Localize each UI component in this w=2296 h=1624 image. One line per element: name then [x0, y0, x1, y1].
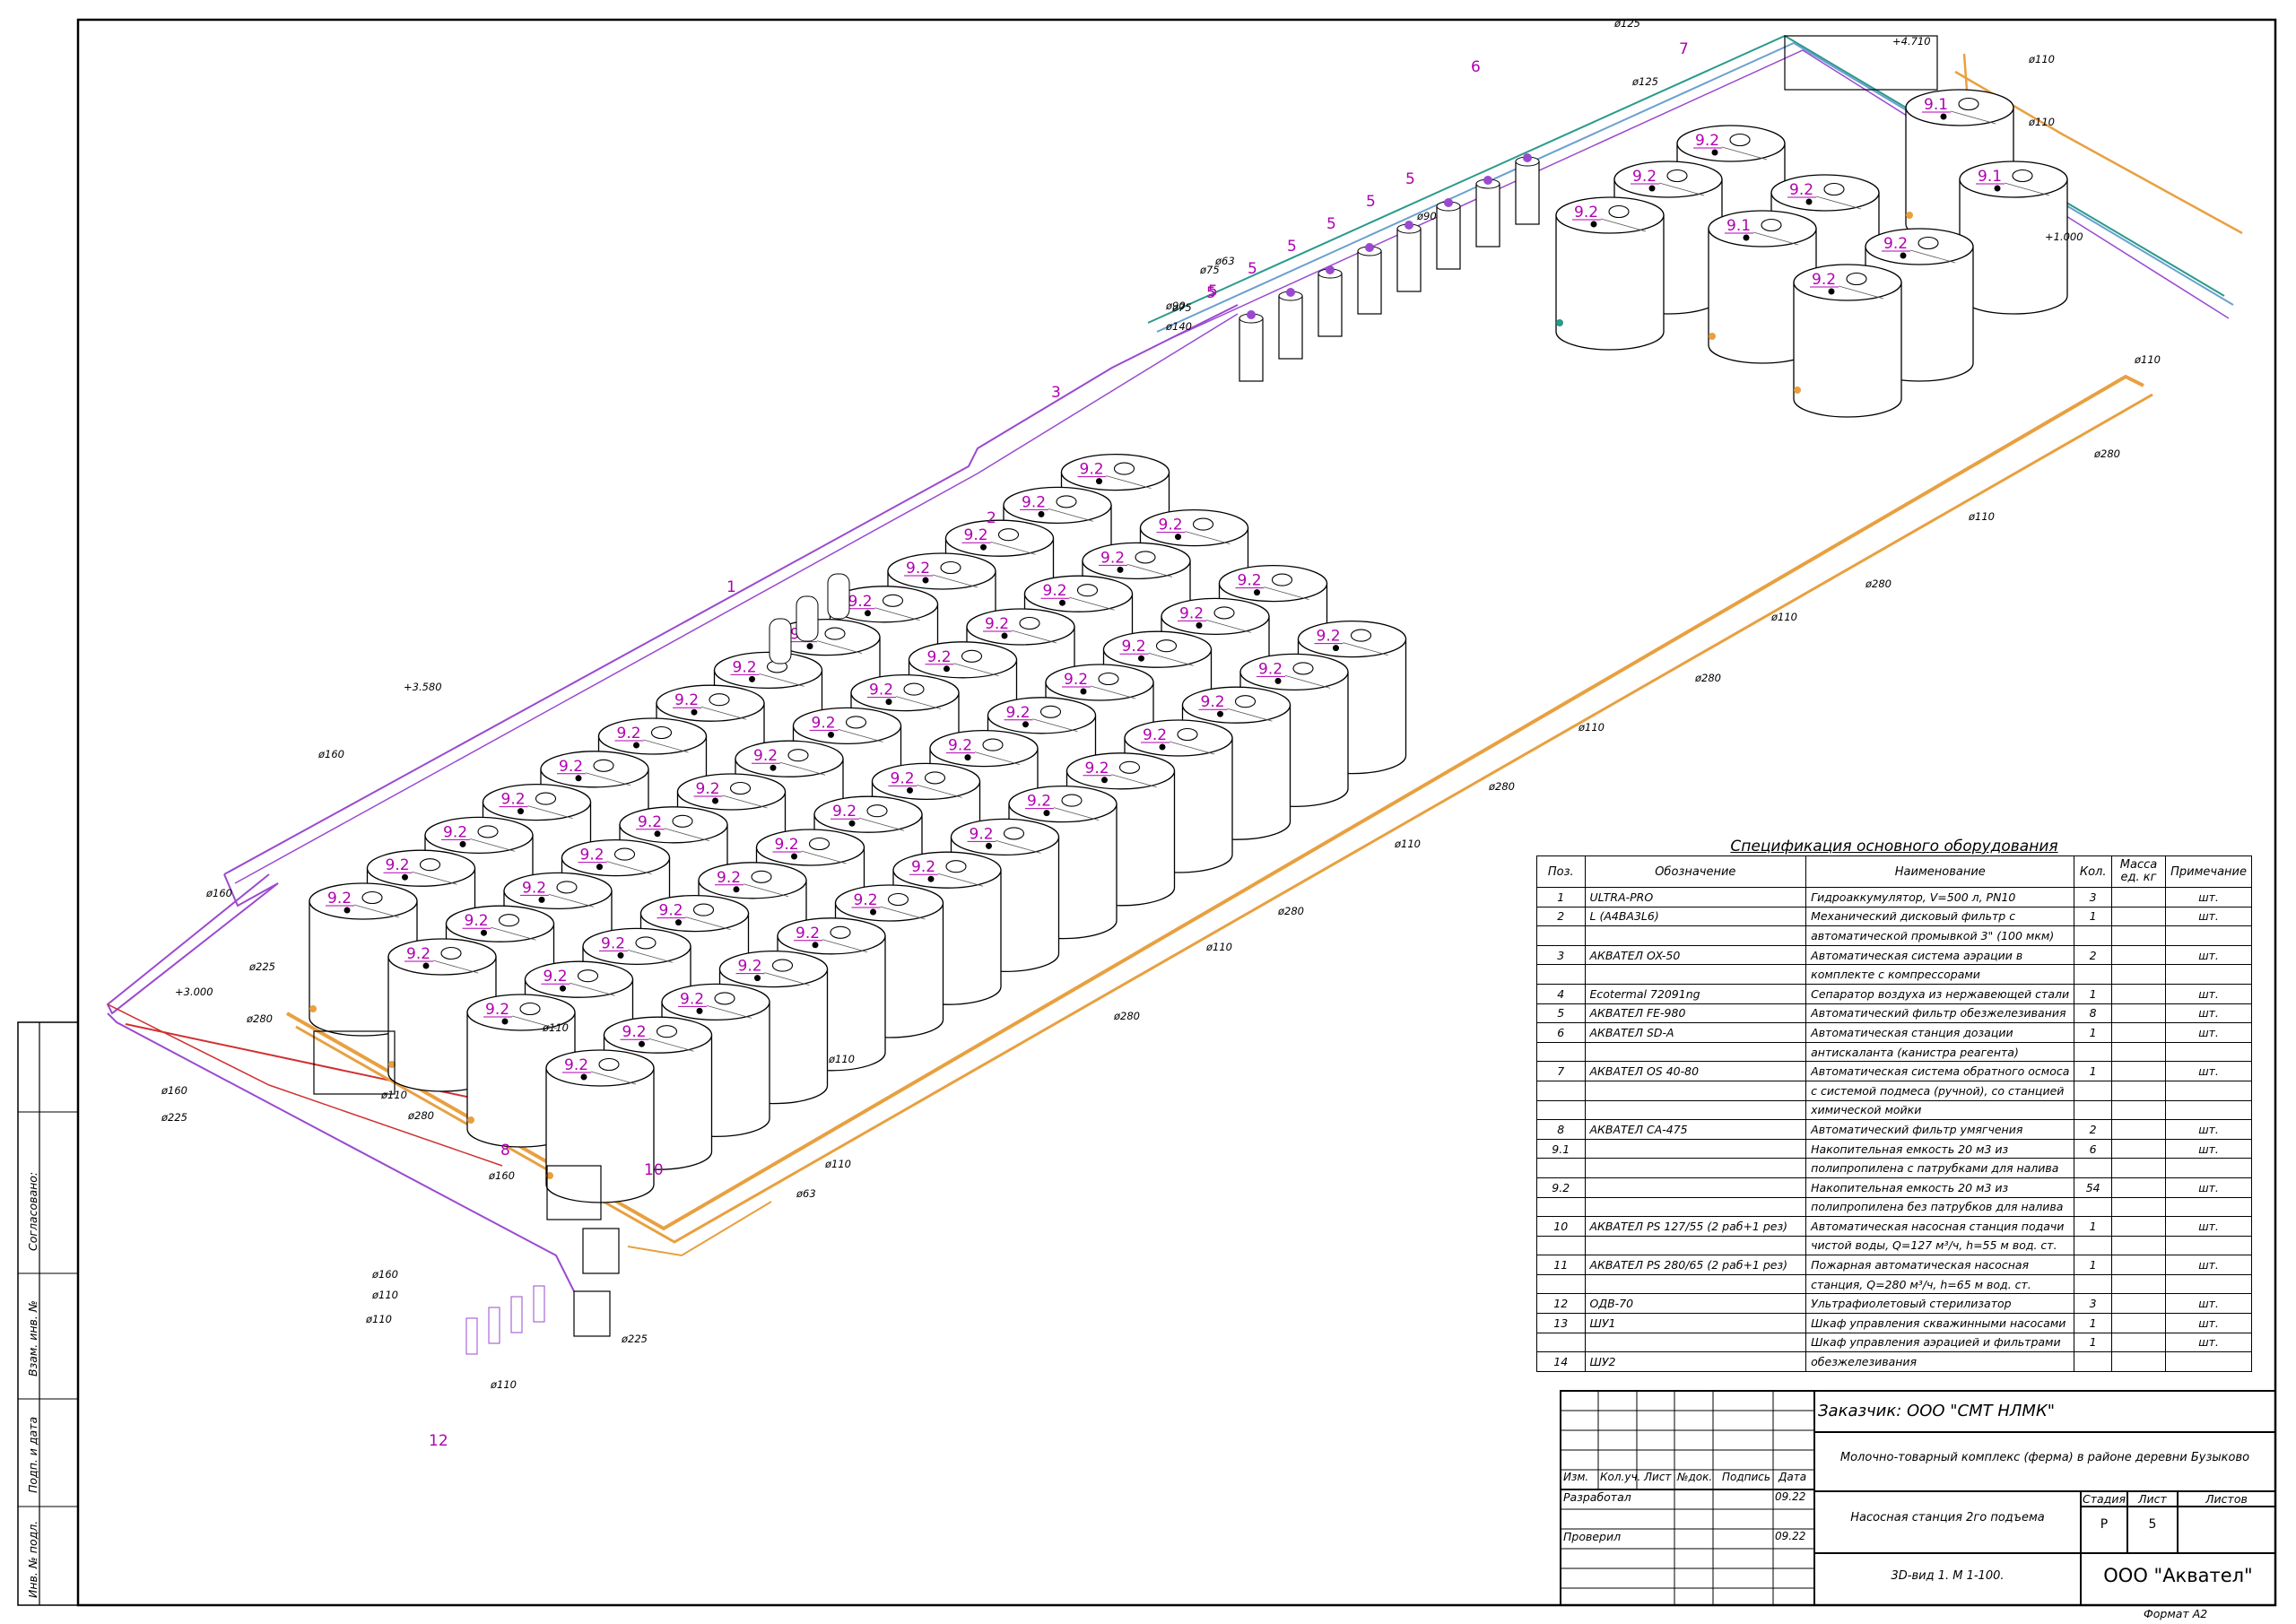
tb-date1: 09.22	[1775, 1490, 1806, 1503]
tb-stage-header: Стадия	[2083, 1492, 2126, 1506]
tb-col-ndok: №док.	[1677, 1471, 1713, 1483]
tb-col-data: Дата	[1779, 1471, 1807, 1483]
tb-col-list: Лист	[1644, 1471, 1672, 1483]
tb-sheet-header: Лист	[2138, 1492, 2167, 1506]
tb-stage-value: Р	[2100, 1517, 2109, 1532]
tb-customer: Заказчик: ООО "СМТ НЛМК"	[1818, 1402, 2056, 1420]
tb-col-izm: Изм.	[1563, 1471, 1589, 1483]
tb-object: Насосная станция 2го подъема	[1850, 1511, 2045, 1524]
tb-view: 3D-вид 1. М 1-100.	[1891, 1569, 2005, 1583]
tb-checked: Проверил	[1563, 1530, 1622, 1543]
tb-company: ООО "Аквател"	[2103, 1565, 2253, 1586]
tb-col-podpis: Подпись	[1722, 1471, 1770, 1483]
tb-date2: 09.22	[1775, 1530, 1806, 1542]
tb-project: Молочно-товарный комплекс (ферма) в райо…	[1839, 1451, 2250, 1464]
tb-format: Формат А2	[2144, 1607, 2208, 1620]
drawing-sheet: 9.1 9.2 9.2 9.1 9.2 9.2 9.1 9.2 9.2 9.2 9.2 9.2 9.2 9…	[0, 0, 2296, 1624]
tb-sheet-value: 5	[2148, 1517, 2157, 1532]
tb-col-koluch: Кол.уч.	[1600, 1471, 1641, 1483]
tb-developed: Разработал	[1563, 1490, 1631, 1504]
tb-sheets-header: Листов	[2205, 1492, 2248, 1506]
title-block-lines	[1560, 1390, 2276, 1606]
